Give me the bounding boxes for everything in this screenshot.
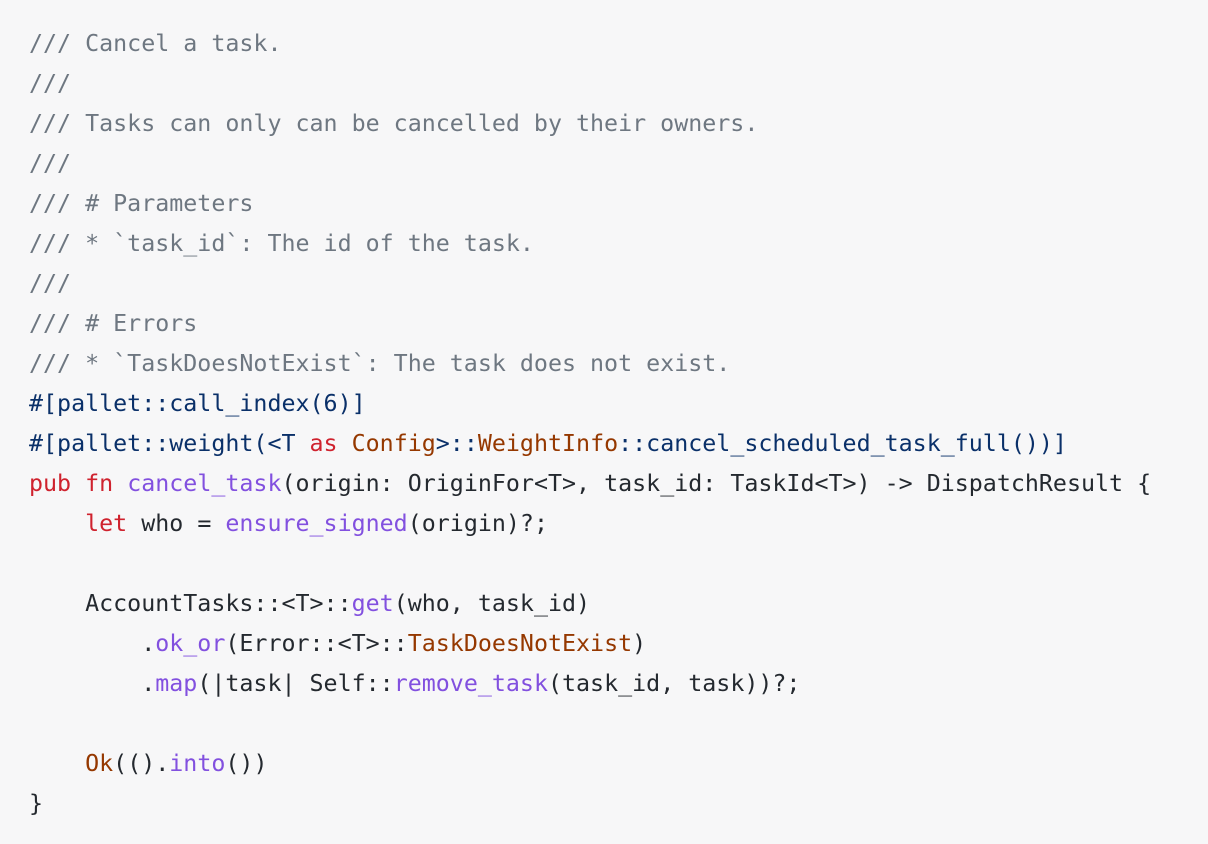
code-line: } — [29, 784, 1208, 824]
code-token-default: (origin)?; — [407, 510, 548, 537]
code-token-default: who = — [127, 510, 226, 537]
code-token-default: ()) — [225, 750, 268, 777]
code-token-keyword: fn — [85, 470, 114, 497]
code-token-default: ((). — [113, 750, 170, 777]
code-token-func: get — [351, 590, 394, 617]
code-line: AccountTasks::<T>::get(who, task_id) — [29, 584, 1208, 624]
code-token-attr: ::cancel_scheduled_task_full())] — [618, 430, 1067, 457]
code-line: Ok(().into()) — [29, 744, 1208, 784]
code-line: /// # Errors — [29, 304, 1208, 344]
code-token-type: TaskDoesNotExist — [407, 630, 633, 657]
code-token-comment: /// Cancel a task. — [29, 30, 282, 57]
code-token-attr: >:: — [435, 430, 478, 457]
code-token-func: ok_or — [155, 630, 226, 657]
code-token-func: into — [169, 750, 226, 777]
code-token-comment: /// Tasks can only can be cancelled by t… — [29, 110, 759, 137]
code-token-default: ) — [632, 630, 647, 657]
code-token-type: WeightInfo — [477, 430, 619, 457]
code-token-default: (|task| Self:: — [197, 670, 394, 697]
code-line: #[pallet::call_index(6)] — [29, 384, 1208, 424]
code-token-type: Config — [351, 430, 436, 457]
code-token-default — [113, 470, 127, 497]
code-token-comment: /// * `TaskDoesNotExist`: The task does … — [29, 350, 731, 377]
code-token-default — [71, 470, 85, 497]
code-line: /// * `task_id`: The id of the task. — [29, 224, 1208, 264]
code-line: /// — [29, 144, 1208, 184]
code-token-comment: /// * `task_id`: The id of the task. — [29, 230, 534, 257]
code-line: .map(|task| Self::remove_task(task_id, t… — [29, 664, 1208, 704]
code-token-default: (who, task_id) — [393, 590, 591, 617]
code-token-default — [29, 510, 85, 537]
code-token-comment: /// # Parameters — [29, 190, 254, 217]
code-token-keyword: let — [85, 510, 128, 537]
code-line: /// — [29, 264, 1208, 304]
code-token-default: } — [29, 790, 44, 817]
code-token-default: AccountTasks::<T>:: — [29, 590, 352, 617]
code-token-func: map — [155, 670, 198, 697]
code-token-attr: #[pallet::call_index(6)] — [29, 390, 366, 417]
code-token-func: remove_task — [393, 670, 548, 697]
code-token-comment: /// — [29, 70, 72, 97]
code-token-attr — [338, 430, 352, 457]
code-line: /// Cancel a task. — [29, 24, 1208, 64]
code-line: /// — [29, 64, 1208, 104]
code-token-func: ensure_signed — [225, 510, 408, 537]
code-token-default: (origin: OriginFor<T>, task_id: TaskId<T… — [281, 470, 1152, 497]
code-token-default — [29, 750, 85, 777]
code-token-default: (Error::<T>:: — [225, 630, 408, 657]
code-token-comment: /// — [29, 150, 72, 177]
code-token-type: Ok — [85, 750, 114, 777]
code-line: pub fn cancel_task(origin: OriginFor<T>,… — [29, 464, 1208, 504]
code-line: #[pallet::weight(<T as Config>::WeightIn… — [29, 424, 1208, 464]
code-token-default: . — [29, 630, 156, 657]
code-line: /// # Parameters — [29, 184, 1208, 224]
code-token-comment: /// # Errors — [29, 310, 198, 337]
code-token-func: cancel_task — [127, 470, 282, 497]
code-line: .ok_or(Error::<T>::TaskDoesNotExist) — [29, 624, 1208, 664]
code-token-default: . — [29, 670, 156, 697]
code-line: /// * `TaskDoesNotExist`: The task does … — [29, 344, 1208, 384]
code-token-attr: #[pallet::weight(<T — [29, 430, 310, 457]
code-token-keyword: as — [309, 430, 338, 457]
code-token-default: (task_id, task))?; — [547, 670, 801, 697]
code-line: /// Tasks can only can be cancelled by t… — [29, 104, 1208, 144]
code-block: /// Cancel a task. /// /// Tasks can only … — [0, 0, 1208, 844]
code-token-comment: /// — [29, 270, 72, 297]
code-line: let who = ensure_signed(origin)?; — [29, 504, 1208, 544]
code-token-keyword: pub — [29, 470, 72, 497]
